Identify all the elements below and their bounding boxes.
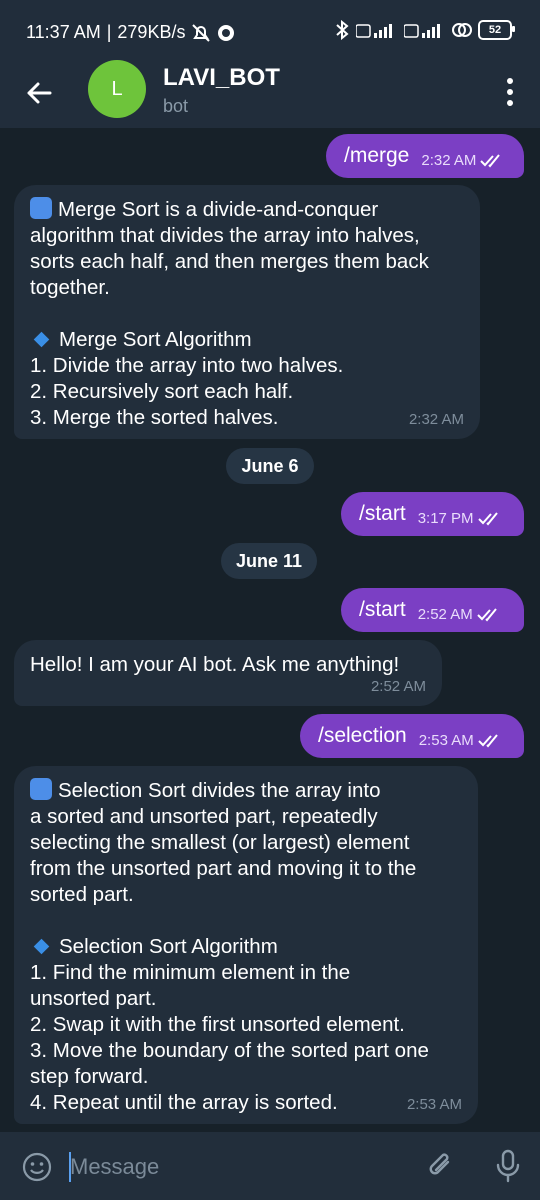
message-time: 2:53 AM (406, 1096, 462, 1113)
emoji-icon[interactable] (22, 1152, 52, 1182)
message-meta: 2:32 AM (421, 148, 502, 174)
alarm-off-icon (192, 23, 211, 42)
incoming-message[interactable]: Merge Sort is a divide-and-conquer algor… (14, 185, 480, 439)
incoming-message[interactable]: Selection Sort divides the array into a … (14, 766, 478, 1124)
chat-header: L LAVI_BOT bot (0, 60, 540, 128)
attach-icon[interactable] (426, 1150, 456, 1182)
message-meta: 2:53 AM (419, 728, 500, 754)
double-check-icon (478, 734, 498, 748)
double-check-icon (477, 512, 498, 526)
message-line (30, 908, 462, 934)
message-text: /start (359, 598, 406, 621)
message-line: 1. Divide the array into two halves. (30, 354, 344, 377)
message-line: 4. Repeat until the array is sorted. (30, 1091, 338, 1114)
message-line (30, 301, 464, 327)
message-line: Selection Sort divides the array into (30, 778, 462, 804)
message-line: 2. Recursively sort each half. (30, 380, 294, 403)
microphone-icon[interactable] (494, 1148, 522, 1184)
sync-emoji-icon (30, 197, 52, 219)
double-check-icon (480, 154, 501, 168)
status-bar: 11:37 AM | 279KB/s 52 (0, 0, 540, 64)
message-text: /merge (344, 144, 410, 167)
message-line: 1. Find the minimum element in the (30, 961, 351, 984)
message-line: sorts each half, and then merges them ba… (30, 250, 429, 273)
message-meta: 2:52 AM (418, 602, 499, 628)
double-check-icon (477, 608, 497, 622)
message-input-bar: Message (0, 1132, 540, 1200)
status-divider: | (106, 22, 112, 42)
message-line: step forward. (30, 1065, 149, 1088)
blue-diamond-icon (33, 331, 50, 348)
hotspot-icon (452, 23, 472, 37)
message-line: Merge Sort Algorithm (30, 327, 464, 353)
message-line: algorithm that divides the array into ha… (30, 224, 420, 247)
outgoing-message[interactable]: /merge 2:32 AM (326, 134, 524, 178)
message-line: unsorted part. (30, 987, 157, 1010)
status-speed: 279KB/s (117, 22, 186, 42)
status-time: 11:37 AM (26, 22, 101, 42)
message-time: 2:32 AM (408, 411, 464, 428)
message-line: a sorted and unsorted part, repeatedly (30, 805, 378, 828)
signal-icon (356, 24, 392, 38)
message-time: 2:32 AM (421, 152, 477, 169)
status-right: 52 (334, 20, 515, 40)
incoming-message[interactable]: Hello! I am your AI bot. Ask me anything… (14, 640, 442, 706)
message-line: Selection Sort Algorithm (30, 934, 462, 960)
battery-icon: 52 (478, 20, 515, 40)
message-line: 3. Move the boundary of the sorted part … (30, 1039, 429, 1062)
date-separator: June 6 (226, 448, 314, 484)
app-notification-icon (218, 24, 235, 41)
message-text: /selection (318, 724, 407, 747)
back-arrow-icon[interactable] (24, 78, 54, 108)
message-line: together. (30, 276, 110, 299)
status-left: 11:37 AM | 279KB/s (26, 22, 235, 43)
bluetooth-icon (336, 20, 349, 40)
message-text: /start (359, 502, 406, 525)
date-separator: June 11 (221, 543, 317, 579)
message-input[interactable]: Message (70, 1154, 159, 1180)
message-time: 2:52 AM (417, 606, 473, 623)
chat-subtitle: bot (163, 96, 189, 116)
message-line: 3. Merge the sorted halves. (30, 406, 279, 429)
signal-2-icon (404, 24, 440, 38)
message-time: 3:17 PM (417, 510, 474, 527)
outgoing-message[interactable]: /start 3:17 PM (341, 492, 524, 536)
message-meta: 3:17 PM (418, 506, 500, 532)
chat-title[interactable]: LAVI_BOT (163, 64, 280, 92)
more-options-icon[interactable] (504, 78, 516, 106)
outgoing-message[interactable]: /selection 2:53 AM (300, 714, 524, 758)
message-time: 2:52 AM (370, 678, 426, 695)
message-line: from the unsorted part and moving it to … (30, 857, 417, 880)
message-line: Merge Sort is a divide-and-conquer (30, 197, 464, 223)
message-line: 2. Swap it with the first unsorted eleme… (30, 1013, 405, 1036)
outgoing-message[interactable]: /start 2:52 AM (341, 588, 524, 632)
sync-emoji-icon (30, 778, 52, 800)
message-time: 2:53 AM (418, 732, 474, 749)
message-line: sorted part. (30, 883, 134, 906)
message-line: Hello! I am your AI bot. Ask me anything… (30, 653, 400, 676)
message-line: selecting the smallest (or largest) elem… (30, 831, 410, 854)
avatar[interactable]: L (88, 60, 146, 118)
blue-diamond-icon (33, 938, 50, 955)
